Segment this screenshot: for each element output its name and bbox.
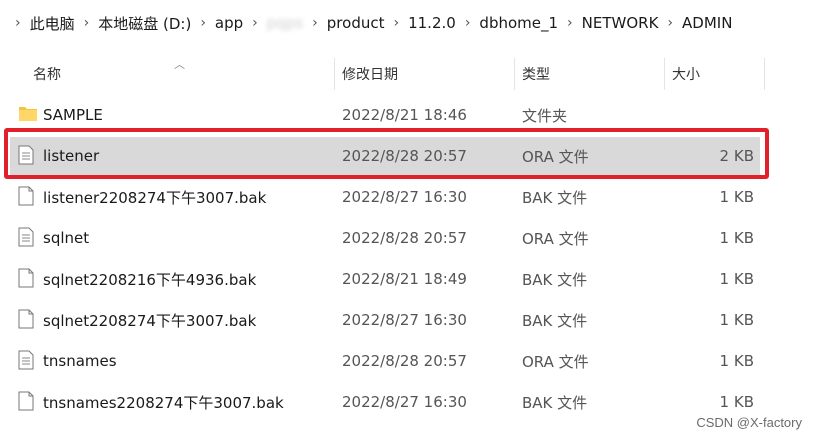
chevron-right-icon[interactable]: › [312, 15, 318, 31]
file-type: ORA 文件 [522, 147, 589, 166]
file-row-listener[interactable]: listener 2022/8/28 20:57 ORA 文件 2 KB [10, 137, 760, 175]
file-date: 2022/8/27 16:30 [342, 188, 467, 206]
file-type: BAK 文件 [522, 311, 588, 330]
file-name: tnsnames [43, 352, 117, 370]
file-date: 2022/8/27 16:30 [342, 311, 467, 329]
file-size: 1 KB [719, 270, 754, 288]
column-header: ︿ 名称 修改日期 类型 大小 [0, 56, 816, 92]
column-divider[interactable] [764, 58, 765, 90]
breadcrumb-version[interactable]: 11.2.0 [408, 14, 456, 32]
file-type: ORA 文件 [522, 352, 589, 371]
file-date: 2022/8/21 18:49 [342, 270, 467, 288]
chevron-right-icon[interactable]: › [393, 15, 399, 31]
breadcrumb-dbhome[interactable]: dbhome_1 [479, 14, 558, 32]
file-row-sample[interactable]: SAMPLE 2022/8/21 18:46 文件夹 [10, 96, 760, 134]
file-name: listener2208274下午3007.bak [43, 188, 267, 207]
file-name: SAMPLE [43, 106, 103, 124]
file-row-sqlnet-bak-2[interactable]: sqlnet2208274下午3007.bak 2022/8/27 16:30 … [10, 301, 760, 339]
file-size: 1 KB [719, 352, 754, 370]
breadcrumb-network[interactable]: NETWORK [582, 14, 659, 32]
file-date: 2022/8/28 20:57 [342, 352, 467, 370]
blank-file-icon [18, 186, 34, 206]
file-date: 2022/8/28 20:57 [342, 229, 467, 247]
file-row-sqlnet-bak-1[interactable]: sqlnet2208216下午4936.bak 2022/8/21 18:49 … [10, 260, 760, 298]
file-name: sqlnet2208216下午4936.bak [43, 270, 257, 289]
breadcrumb-product[interactable]: product [327, 14, 385, 32]
column-name[interactable]: 名称 [33, 56, 61, 92]
file-size: 1 KB [719, 229, 754, 247]
blank-file-icon [18, 268, 34, 288]
breadcrumb-user[interactable]: pqps [267, 14, 303, 32]
file-date: 2022/8/27 16:30 [342, 393, 467, 411]
file-row-sqlnet[interactable]: sqlnet 2022/8/28 20:57 ORA 文件 1 KB [10, 219, 760, 257]
blank-file-icon [18, 391, 34, 411]
breadcrumb-admin[interactable]: ADMIN [682, 14, 732, 32]
file-type: ORA 文件 [522, 229, 589, 248]
file-type: 文件夹 [522, 106, 568, 125]
sort-ascending-icon: ︿ [174, 58, 185, 71]
breadcrumb: › 此电脑 › 本地磁盘 (D:) › app › pqps › product… [0, 0, 816, 46]
file-name: sqlnet2208274下午3007.bak [43, 311, 257, 330]
file-name: listener [43, 147, 100, 165]
breadcrumb-this-pc[interactable]: 此电脑 [30, 13, 75, 34]
chevron-right-icon[interactable]: › [15, 15, 21, 31]
file-size: 1 KB [719, 188, 754, 206]
file-row-tnsnames-bak[interactable]: tnsnames2208274下午3007.bak 2022/8/27 16:3… [10, 383, 760, 421]
file-size: 2 KB [719, 147, 754, 165]
file-type: BAK 文件 [522, 393, 588, 412]
column-divider[interactable] [664, 58, 665, 90]
file-date: 2022/8/21 18:46 [342, 106, 467, 124]
column-size[interactable]: 大小 [672, 56, 700, 92]
text-file-icon [18, 350, 34, 370]
file-name: tnsnames2208274下午3007.bak [43, 393, 284, 412]
file-name: sqlnet [43, 229, 90, 247]
file-size: 1 KB [719, 311, 754, 329]
chevron-right-icon[interactable]: › [84, 15, 90, 31]
blank-file-icon [18, 309, 34, 329]
breadcrumb-local-disk[interactable]: 本地磁盘 (D:) [98, 13, 191, 34]
file-row-tnsnames[interactable]: tnsnames 2022/8/28 20:57 ORA 文件 1 KB [10, 342, 760, 380]
chevron-right-icon[interactable]: › [465, 15, 471, 31]
column-divider[interactable] [334, 58, 335, 90]
text-file-icon [18, 145, 34, 165]
watermark: CSDN @X-factory [696, 415, 802, 430]
file-type: BAK 文件 [522, 270, 588, 289]
file-row-listener-bak[interactable]: listener2208274下午3007.bak 2022/8/27 16:3… [10, 178, 760, 216]
breadcrumb-app[interactable]: app [215, 14, 243, 32]
column-type[interactable]: 类型 [522, 56, 550, 92]
chevron-right-icon[interactable]: › [567, 15, 573, 31]
folder-icon [18, 104, 37, 124]
file-date: 2022/8/28 20:57 [342, 147, 467, 165]
chevron-right-icon[interactable]: › [667, 15, 673, 31]
column-date[interactable]: 修改日期 [342, 56, 398, 92]
text-file-icon [18, 227, 34, 247]
chevron-right-icon[interactable]: › [252, 15, 258, 31]
chevron-right-icon[interactable]: › [200, 15, 206, 31]
column-divider[interactable] [514, 58, 515, 90]
file-type: BAK 文件 [522, 188, 588, 207]
